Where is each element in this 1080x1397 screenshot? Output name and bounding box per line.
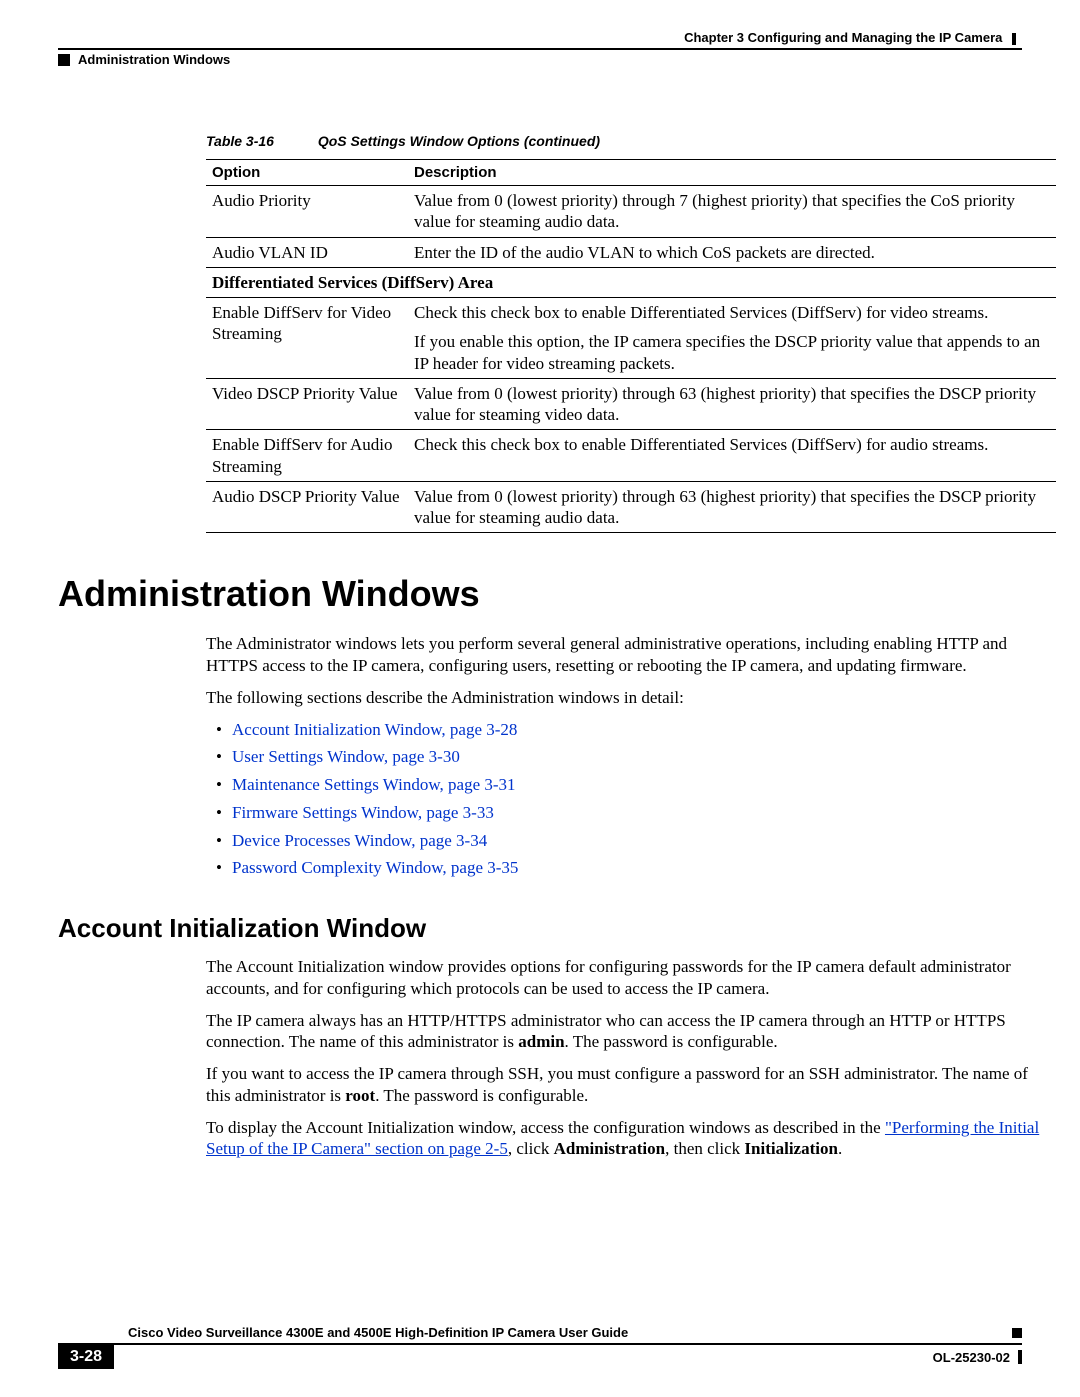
link-firmware[interactable]: Firmware Settings Window, page 3-33 [232, 803, 494, 822]
table-row: Video DSCP Priority Value Value from 0 (… [206, 378, 1056, 430]
list-item: Maintenance Settings Window, page 3-31 [216, 774, 1056, 796]
footer-bar-icon [1018, 1350, 1022, 1364]
desc-cell: Enter the ID of the audio VLAN to which … [408, 237, 1056, 267]
desc-para: If you enable this option, the IP camera… [414, 331, 1050, 374]
page-footer: Cisco Video Surveillance 4300E and 4500E… [58, 1325, 1022, 1369]
col-option: Option [206, 160, 408, 186]
intro-paragraph: The following sections describe the Admi… [206, 687, 1056, 709]
desc-para: Check this check box to enable Different… [414, 302, 1050, 323]
option-cell: Audio VLAN ID [206, 237, 408, 267]
desc-cell: Value from 0 (lowest priority) through 7… [408, 186, 1056, 238]
list-item: User Settings Window, page 3-30 [216, 746, 1056, 768]
list-item: Firmware Settings Window, page 3-33 [216, 802, 1056, 824]
table-row: Enable DiffServ for Video Streaming Chec… [206, 298, 1056, 379]
col-description: Description [408, 160, 1056, 186]
footer-bottom-row: 3-28 OL-25230-02 [58, 1345, 1022, 1369]
table-row: Enable DiffServ for Audio Streaming Chec… [206, 430, 1056, 482]
table-row: Audio VLAN ID Enter the ID of the audio … [206, 237, 1056, 267]
header-subsection: Administration Windows [58, 52, 1022, 67]
intro-paragraph: The Administrator windows lets you perfo… [206, 633, 1056, 677]
body-paragraph: The Account Initialization window provid… [206, 956, 1056, 1000]
header-rule [58, 48, 1022, 50]
table-section-row: Differentiated Services (DiffServ) Area [206, 267, 1056, 297]
link-user-settings[interactable]: User Settings Window, page 3-30 [232, 747, 460, 766]
list-item: Device Processes Window, page 3-34 [216, 830, 1056, 852]
link-device-processes[interactable]: Device Processes Window, page 3-34 [232, 831, 487, 850]
option-cell: Enable DiffServ for Audio Streaming [206, 430, 408, 482]
table-title: QoS Settings Window Options (continued) [318, 133, 600, 149]
header-bar-icon [1012, 33, 1016, 45]
desc-cell: Check this check box to enable Different… [408, 430, 1056, 482]
table-row: Audio DSCP Priority Value Value from 0 (… [206, 481, 1056, 533]
option-cell: Audio DSCP Priority Value [206, 481, 408, 533]
desc-cell: Value from 0 (lowest priority) through 6… [408, 378, 1056, 430]
link-maintenance[interactable]: Maintenance Settings Window, page 3-31 [232, 775, 516, 794]
chapter-text: Chapter 3 Configuring and Managing the I… [684, 30, 1002, 45]
chapter-label: Chapter 3 Configuring and Managing the I… [58, 30, 1022, 45]
square-bullet-icon [58, 54, 70, 66]
intro-body: The Administrator windows lets you perfo… [206, 633, 1056, 879]
link-password-complexity[interactable]: Password Complexity Window, page 3-35 [232, 858, 518, 877]
option-cell: Enable DiffServ for Video Streaming [206, 298, 408, 379]
section-link-list: Account Initialization Window, page 3-28… [216, 719, 1056, 880]
desc-cell: Check this check box to enable Different… [408, 298, 1056, 379]
footer-title-row: Cisco Video Surveillance 4300E and 4500E… [58, 1325, 1022, 1345]
body-paragraph: If you want to access the IP camera thro… [206, 1063, 1056, 1107]
table-row: Audio Priority Value from 0 (lowest prio… [206, 186, 1056, 238]
page-number-badge: 3-28 [58, 1345, 114, 1369]
options-table: Option Description Audio Priority Value … [206, 159, 1056, 533]
section-heading-h1: Administration Windows [58, 573, 1022, 615]
option-cell: Video DSCP Priority Value [206, 378, 408, 430]
body-paragraph: The IP camera always has an HTTP/HTTPS a… [206, 1010, 1056, 1054]
subsection-heading-h2: Account Initialization Window [58, 913, 1022, 944]
footer-doc-title: Cisco Video Surveillance 4300E and 4500E… [128, 1325, 628, 1340]
body-paragraph: To display the Account Initialization wi… [206, 1117, 1056, 1161]
section-heading: Differentiated Services (DiffServ) Area [206, 267, 1056, 297]
table-caption: Table 3-16 QoS Settings Window Options (… [206, 133, 1022, 149]
table-number: Table 3-16 [206, 133, 274, 149]
list-item: Account Initialization Window, page 3-28 [216, 719, 1056, 741]
square-bullet-icon [1012, 1328, 1022, 1338]
section-breadcrumb: Administration Windows [78, 52, 230, 67]
page-header: Chapter 3 Configuring and Managing the I… [58, 30, 1022, 67]
desc-cell: Value from 0 (lowest priority) through 6… [408, 481, 1056, 533]
subsection-body: The Account Initialization window provid… [206, 956, 1056, 1160]
option-cell: Audio Priority [206, 186, 408, 238]
footer-docnum: OL-25230-02 [933, 1350, 1022, 1365]
list-item: Password Complexity Window, page 3-35 [216, 857, 1056, 879]
link-account-init[interactable]: Account Initialization Window, page 3-28 [232, 720, 517, 739]
